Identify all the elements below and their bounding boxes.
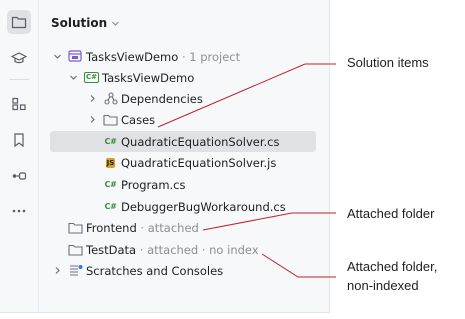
annotation-attached-folder: Attached folder: [347, 206, 435, 221]
annotation-solution-items: Solution items: [347, 55, 429, 70]
annotation-line-attached-nonindexed: [261, 253, 336, 278]
annotation-attached-nonindexed-2: non-indexed: [347, 278, 419, 293]
annotation-attached-nonindexed-1: Attached folder,: [347, 259, 438, 274]
annotation-line-attached-folder: [202, 212, 336, 231]
annotation-line-solution-items: [157, 63, 336, 128]
